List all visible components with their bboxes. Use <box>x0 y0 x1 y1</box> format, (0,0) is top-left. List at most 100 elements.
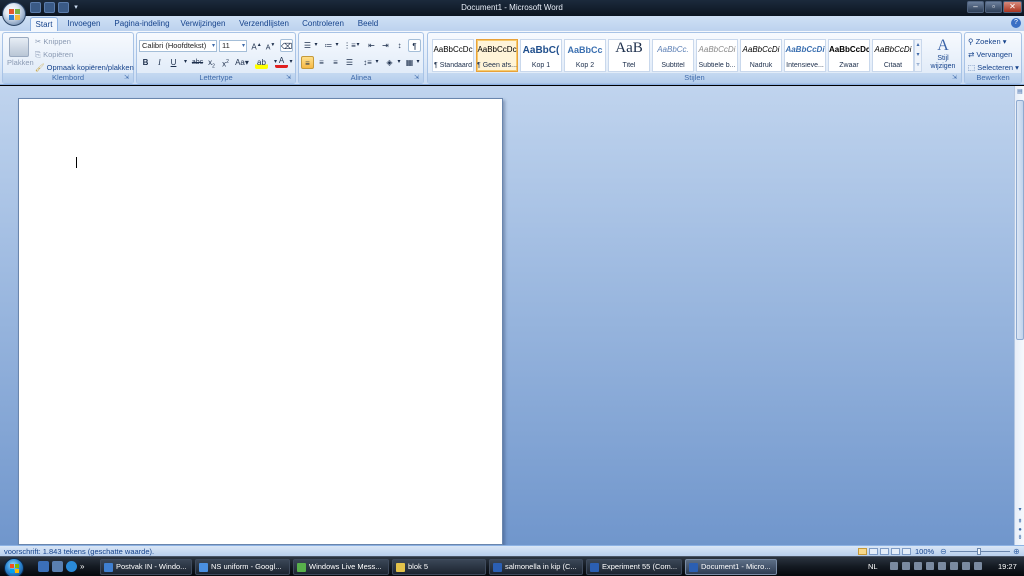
minimize-button[interactable]: – <box>967 1 984 13</box>
style-item[interactable]: AaBbCcDc ¶ Geen afs... <box>476 39 518 72</box>
zoom-slider-knob[interactable] <box>977 548 981 555</box>
clock[interactable]: 19:27 <box>998 559 1017 575</box>
taskbar-item[interactable]: NS uniform - Googl... <box>195 559 290 575</box>
decrease-indent-icon[interactable]: ⇤ <box>365 39 378 52</box>
format-painter-button[interactable]: 🖌 Opmaak kopiëren/plakken <box>35 63 134 72</box>
taskbar-item[interactable]: blok 5 <box>392 559 486 575</box>
change-case-button[interactable]: Aa▾ <box>233 56 251 69</box>
subscript-button[interactable]: x2 <box>205 56 218 70</box>
network-icon[interactable] <box>962 562 970 570</box>
taskbar-item[interactable]: Document1 - Micro... <box>685 559 777 575</box>
style-item[interactable]: AaB Titel <box>608 39 650 72</box>
draft-view-icon[interactable] <box>902 548 911 555</box>
superscript-button[interactable]: x2 <box>219 56 232 69</box>
increase-indent-icon[interactable]: ⇥ <box>379 39 392 52</box>
borders-dropdown-icon[interactable]: ▾ <box>414 56 422 69</box>
show-marks-icon[interactable]: ¶ <box>408 39 421 52</box>
taskbar-item[interactable]: Postvak IN - Windo... <box>100 559 192 575</box>
volume-icon[interactable] <box>974 562 982 570</box>
taskbar-item[interactable]: Windows Live Mess... <box>293 559 389 575</box>
numbering-dropdown-icon[interactable]: ▾ <box>333 39 341 52</box>
taskbar-item[interactable]: salmonella in kip (C... <box>489 559 583 575</box>
style-item[interactable]: AaBbCcDi Nadruk <box>740 39 782 72</box>
tab-controleren[interactable]: Controleren <box>299 17 347 31</box>
style-item[interactable]: AaBbCc. Subtitel <box>652 39 694 72</box>
align-left-icon[interactable]: ≡ <box>301 56 314 69</box>
align-center-icon[interactable]: ≡ <box>315 56 328 69</box>
show-desktop-icon[interactable] <box>38 561 49 572</box>
font-color-dropdown-icon[interactable]: ▾ <box>287 56 295 69</box>
style-item[interactable]: AaBbCcDi Citaat <box>872 39 914 72</box>
print-layout-view-icon[interactable] <box>858 548 867 555</box>
scroll-down-icon[interactable]: ▾ <box>1016 506 1024 514</box>
font-name-combo[interactable]: Calibri (Hoofdtekst) ▾ <box>139 40 217 52</box>
tray-icon[interactable] <box>914 562 922 570</box>
full-screen-view-icon[interactable] <box>869 548 878 555</box>
clipboard-launcher-icon[interactable]: ⇲ <box>124 75 131 82</box>
vertical-scrollbar[interactable]: ▤ ▾ ⇞ ● ⇟ <box>1014 86 1024 545</box>
bold-button[interactable]: B <box>139 56 152 69</box>
start-button[interactable] <box>4 558 24 576</box>
browse-object-icon[interactable]: ● <box>1016 526 1024 534</box>
select-button[interactable]: ⬚ Selecteren ▾ <box>968 63 1019 72</box>
strikethrough-button[interactable]: abc <box>191 56 204 69</box>
zoom-in-icon[interactable]: ⊕ <box>1013 547 1020 556</box>
paragraph-launcher-icon[interactable]: ⇲ <box>414 75 421 82</box>
styles-launcher-icon[interactable]: ⇲ <box>952 75 959 82</box>
tray-icon[interactable] <box>890 562 898 570</box>
styles-scroll[interactable]: ▴ ▾ ▿ <box>914 39 922 72</box>
tab-verwijzingen[interactable]: Verwijzingen <box>178 17 228 31</box>
web-layout-view-icon[interactable] <box>880 548 889 555</box>
style-item[interactable]: AaBbCcDc Zwaar <box>828 39 870 72</box>
style-item[interactable]: AaBbCcDi Subtiele b... <box>696 39 738 72</box>
copy-button[interactable]: ⎘ Kopiëren <box>35 50 73 60</box>
style-item[interactable]: AaBbC(Kop 1 <box>520 39 562 72</box>
taskbar-item[interactable]: Experiment 55 (Com... <box>586 559 682 575</box>
clear-formatting-button[interactable]: ⌫ <box>280 39 293 52</box>
tray-icon[interactable] <box>902 562 910 570</box>
style-item[interactable]: AaBbCcDc ¶ Standaard <box>432 39 474 72</box>
replace-button[interactable]: ⇄ Vervangen <box>968 50 1012 59</box>
shrink-font-button[interactable]: A▼ <box>264 39 277 52</box>
highlight-icon[interactable]: ab <box>255 56 268 69</box>
language-indicator[interactable]: NL <box>868 559 878 575</box>
font-launcher-icon[interactable]: ⇲ <box>286 75 293 82</box>
scrollbar-thumb[interactable] <box>1016 100 1024 340</box>
outline-view-icon[interactable] <box>891 548 900 555</box>
next-page-icon[interactable]: ⇟ <box>1016 534 1024 542</box>
tab-pagina-indeling[interactable]: Pagina-indeling <box>112 17 172 31</box>
ruler-toggle-icon[interactable]: ▤ <box>1016 88 1024 96</box>
shading-dropdown-icon[interactable]: ▾ <box>395 56 403 69</box>
bullets-dropdown-icon[interactable]: ▾ <box>312 39 320 52</box>
align-right-icon[interactable]: ≡ <box>329 56 342 69</box>
style-item[interactable]: AaBbCc Kop 2 <box>564 39 606 72</box>
tab-beeld[interactable]: Beeld <box>354 17 382 31</box>
style-item[interactable]: AaBbCcDi Intensieve... <box>784 39 826 72</box>
maximize-button[interactable]: ▫ <box>985 1 1002 13</box>
help-icon[interactable]: ? <box>1011 18 1021 28</box>
font-size-combo[interactable]: 11 ▾ <box>219 40 247 52</box>
zoom-out-icon[interactable]: ⊖ <box>940 547 947 556</box>
switch-windows-icon[interactable] <box>52 561 63 572</box>
line-spacing-dropdown-icon[interactable]: ▾ <box>373 56 381 69</box>
grow-font-button[interactable]: A▲ <box>250 39 263 52</box>
tab-verzendlijsten[interactable]: Verzendlijsten <box>236 17 292 31</box>
prev-page-icon[interactable]: ⇞ <box>1016 518 1024 526</box>
zoom-level[interactable]: 100% <box>915 547 934 556</box>
internet-explorer-icon[interactable] <box>66 561 77 572</box>
quick-launch-more-icon[interactable]: » <box>80 561 91 572</box>
justify-icon[interactable]: ☰ <box>343 56 356 69</box>
tab-invoegen[interactable]: Invoegen <box>63 17 105 31</box>
tray-icon[interactable] <box>926 562 934 570</box>
paste-button[interactable]: Plakken <box>7 58 34 67</box>
tray-icon[interactable] <box>938 562 946 570</box>
office-button[interactable] <box>2 2 26 26</box>
sort-icon[interactable]: ↕ <box>393 39 406 52</box>
multilevel-dropdown-icon[interactable]: ▾ <box>354 39 362 52</box>
tab-start[interactable]: Start <box>30 17 58 31</box>
document-page[interactable] <box>18 98 503 545</box>
change-styles-button[interactable]: A Stijl wijzigen <box>928 37 958 77</box>
cut-button[interactable]: ✂ Knippen <box>35 37 71 46</box>
close-button[interactable]: ✕ <box>1003 1 1022 13</box>
find-button[interactable]: ⚲ Zoeken ▾ <box>968 37 1006 46</box>
